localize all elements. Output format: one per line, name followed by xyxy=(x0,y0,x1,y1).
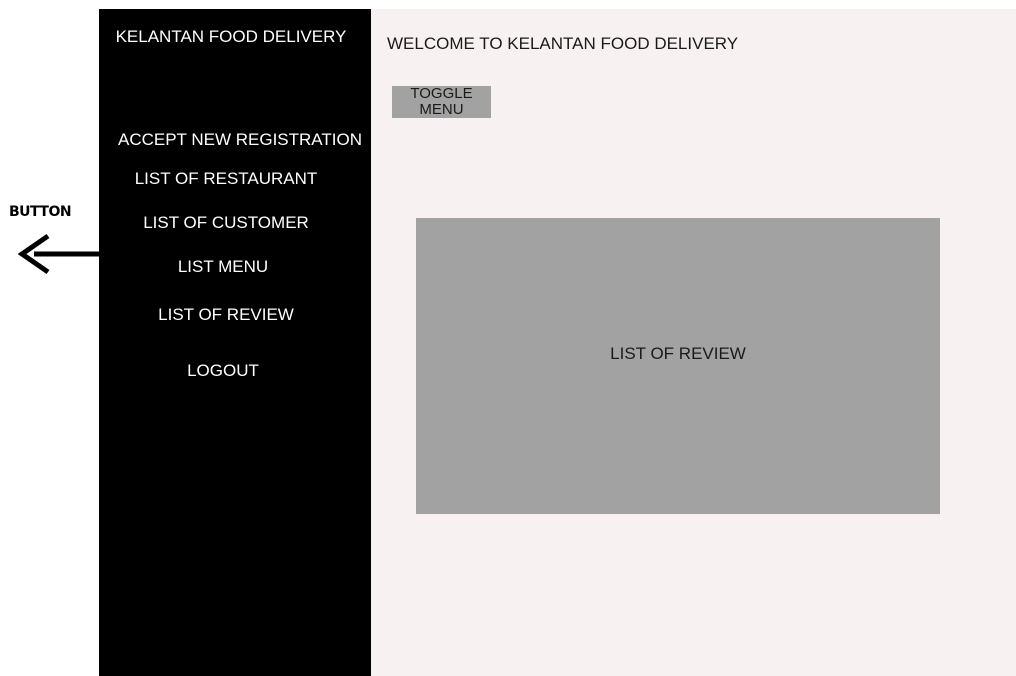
toggle-menu-label: TOGGLE MENU xyxy=(410,86,473,118)
sidebar-item-logout[interactable]: LOGOUT xyxy=(99,361,347,381)
toggle-menu-button[interactable]: TOGGLE MENU xyxy=(392,86,491,118)
sidebar-title: KELANTAN FOOD DELIVERY xyxy=(115,27,347,46)
sidebar-item-list-of-review[interactable]: LIST OF REVIEW xyxy=(99,305,353,325)
sidebar-item-list-of-restaurant[interactable]: LIST OF RESTAURANT xyxy=(99,169,353,189)
sidebar: KELANTAN FOOD DELIVERY ACCEPT NEW REGIST… xyxy=(99,9,371,676)
sidebar-item-list-of-customer[interactable]: LIST OF CUSTOMER xyxy=(99,213,353,233)
sidebar-item-accept-new-registration[interactable]: ACCEPT NEW REGISTRATION xyxy=(99,130,381,150)
welcome-heading: WELCOME TO KELANTAN FOOD DELIVERY xyxy=(387,34,739,53)
review-list-panel: LIST OF REVIEW xyxy=(416,218,940,514)
review-list-label: LIST OF REVIEW xyxy=(610,344,746,363)
annotation-button-label: BUTTON xyxy=(9,204,72,220)
sidebar-item-list-menu[interactable]: LIST MENU xyxy=(99,257,347,277)
main-content: WELCOME TO KELANTAN FOOD DELIVERY TOGGLE… xyxy=(371,9,1016,676)
